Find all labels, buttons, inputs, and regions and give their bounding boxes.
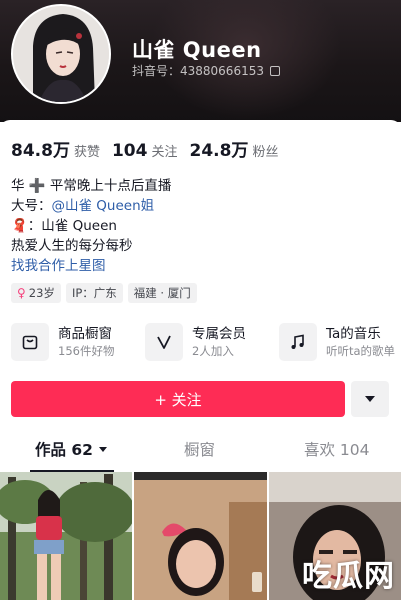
v-membership-icon [145,323,183,361]
tab-showcase[interactable]: 橱窗 [184,438,215,460]
stat-followers-value: 24.8万 [189,141,249,161]
video-thumbnail-image [0,472,133,600]
bio-star-map-link[interactable]: 找我合作上星图 [11,256,171,276]
music-note-icon [279,323,317,361]
stat-likes-value: 84.8万 [11,141,70,161]
stat-followers[interactable]: 24.8万 粉丝 [189,136,278,161]
bio: 华 ➕ 平常晚上十点后直播 大号：@山雀 Queen姐 🧣：山雀 Queen 热… [11,176,171,276]
bio-line: 大号：@山雀 Queen姐 [11,196,171,216]
shortcut-membership[interactable]: 专属会员 2人加入 [145,320,246,364]
ip-tag: IP：广东 [65,283,123,303]
shortcut-title: 专属会员 [192,326,246,342]
shortcut-title: 商品橱窗 [58,326,112,342]
bio-line: 华 ➕ 平常晚上十点后直播 [11,178,172,194]
chevron-down-icon [98,446,107,452]
tab-likes[interactable]: 喜欢 104 [304,438,370,460]
shortcut-row: 商品橱窗 156件好物 专属会员 2人加入 Ta的音乐 听听ta的歌单 [11,320,396,364]
shortcut-subtitle: 听听ta的歌单 [326,344,396,358]
shortcut-music[interactable]: Ta的音乐 听听ta的歌单 [279,320,395,364]
stat-followers-label: 粉丝 [252,145,279,160]
profile-header: 山雀 Queen 抖音号：43880666153 [0,0,401,122]
stat-following-value: 104 [111,141,148,161]
shortcut-subtitle: 156件好物 [58,344,115,358]
follow-button[interactable]: + 关注 [11,381,345,417]
stat-likes: 84.8万 获赞 [11,136,100,161]
tab-works-label: 作品 62 [35,441,93,459]
video-thumbnail-image [134,472,267,600]
avatar[interactable] [11,4,111,104]
content-tabs: 作品 62 橱窗 喜欢 104 [0,438,401,472]
profile-tags: ♀ 23岁 IP：广东 福建 · 厦门 [11,283,197,303]
tab-likes-label: 喜欢 104 [304,441,370,459]
stat-following[interactable]: 104 关注 [112,141,178,161]
nickname: 山雀 Queen [132,38,262,62]
shopping-bag-icon [11,323,49,361]
douyin-id-text: 抖音号：43880666153 [132,64,264,78]
location-tag: 福建 · 厦门 [127,283,197,303]
stat-following-label: 关注 [151,145,178,160]
stat-likes-label: 获赞 [73,145,100,160]
shortcut-title: Ta的音乐 [326,326,381,342]
avatar-illustration [13,6,109,102]
bio-line: 热爱人生的每分每秒 [11,238,133,254]
age-text: 23岁 [28,286,55,300]
douyin-id: 抖音号：43880666153 [132,62,280,79]
chevron-down-icon [365,396,375,402]
shortcut-product-showcase[interactable]: 商品橱窗 156件好物 [11,320,114,364]
copy-icon[interactable] [269,65,280,76]
site-watermark: 吃瓜网 [302,559,395,594]
bio-line: 🧣：山雀 Queen [11,218,117,234]
video-grid: 吃瓜网 [0,472,401,600]
tab-works[interactable]: 作品 62 [35,438,107,460]
age-tag: ♀ 23岁 [11,283,61,303]
bio-main-account-label: 大号： [11,198,52,214]
bio-mention-link[interactable]: @山雀 Queen姐 [52,198,155,214]
female-icon: ♀ [17,286,26,300]
stats-row: 84.8万 获赞 104 关注 24.8万 粉丝 [11,136,290,161]
shortcut-subtitle: 2人加入 [192,344,234,358]
profile-card: 84.8万 获赞 104 关注 24.8万 粉丝 华 ➕ 平常晚上十点后直播 大… [0,120,401,600]
video-thumbnail[interactable] [134,472,267,600]
more-options-button[interactable] [351,381,389,417]
video-thumbnail[interactable] [0,472,133,600]
tab-showcase-label: 橱窗 [184,441,216,459]
